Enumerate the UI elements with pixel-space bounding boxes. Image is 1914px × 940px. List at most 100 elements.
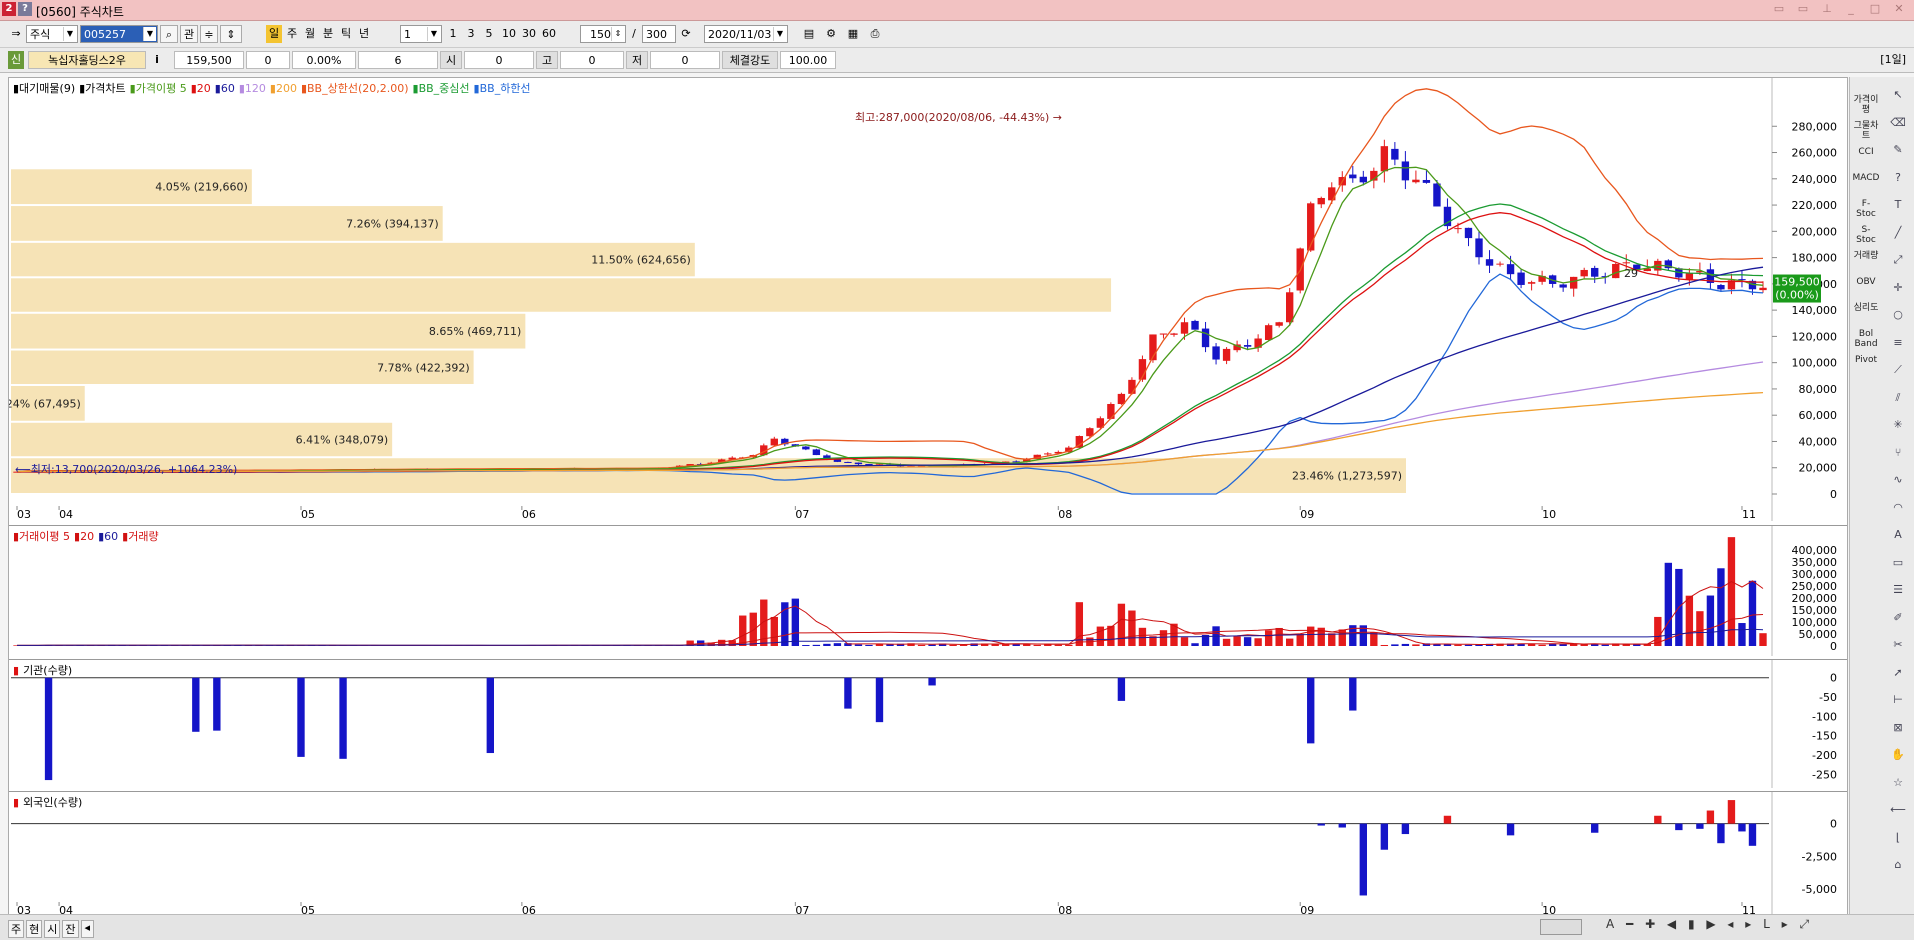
market-select[interactable]: 주식▼ [26, 25, 78, 43]
legend-item[interactable]: ▮거래이평 5 [13, 530, 70, 543]
ray-icon[interactable]: ⤢ [1888, 252, 1908, 268]
chart-settings-icon[interactable]: ▤ [800, 25, 818, 43]
minute-5-button[interactable]: 5 [482, 25, 496, 43]
indicator-item[interactable]: 그물차트 [1852, 121, 1880, 141]
legend-item[interactable]: ▮200 [270, 82, 297, 95]
home-icon[interactable]: ⌂ [1888, 857, 1908, 873]
indicator-item[interactable]: 심리도 [1852, 303, 1880, 313]
screen-icon[interactable]: ▦ [844, 25, 862, 43]
legend-item[interactable]: ▮120 [239, 82, 266, 95]
foreign-panel[interactable]: 0-2,500-5,000030405060708091011 ▮외국인(수량) [9, 791, 1847, 916]
count-stepper[interactable]: 150⇕ [580, 25, 626, 43]
minute-3-button[interactable]: 3 [464, 25, 478, 43]
minimize-icon[interactable]: _ [1842, 2, 1860, 16]
period-day-button[interactable]: 일 [266, 25, 282, 43]
period-week-button[interactable]: 주 [284, 25, 300, 43]
star-icon[interactable]: ☆ [1888, 775, 1908, 791]
legend-item[interactable]: ▮20 [74, 530, 94, 543]
period-minute-button[interactable]: 분 [320, 25, 336, 43]
minute-30-button[interactable]: 30 [520, 25, 538, 43]
legend-item[interactable]: ▮20 [191, 82, 211, 95]
refresh-icon[interactable]: ⟳ [678, 25, 694, 43]
text-icon[interactable]: T [1888, 197, 1908, 213]
indicator-item[interactable]: CCI [1852, 147, 1880, 157]
legend-item[interactable]: ▮BB_상한선(20,2.00) [301, 82, 409, 95]
link-icon[interactable]: ⇒ [8, 25, 24, 43]
gann-icon[interactable]: ✳ [1888, 417, 1908, 433]
arc-icon[interactable]: ◠ [1888, 500, 1908, 516]
chart-area[interactable]: 280,000260,000240,000220,000200,000180,0… [8, 77, 1848, 916]
total-count-input[interactable]: 300 [642, 25, 676, 43]
indicator-item[interactable]: MACD [1852, 173, 1880, 183]
trend-icon[interactable]: ⟋ [1888, 362, 1908, 378]
tab-jan[interactable]: 잔 [62, 920, 78, 938]
minute-1-button[interactable]: 1 [446, 25, 460, 43]
wave-icon[interactable]: ∿ [1888, 472, 1908, 488]
search-icon[interactable]: ⌕ [160, 25, 178, 43]
print-icon[interactable]: ⎙ [866, 25, 884, 43]
legend-item[interactable]: ▮거래량 [122, 530, 158, 543]
period-tick-button[interactable]: 틱 [338, 25, 354, 43]
window-option2-icon[interactable]: ▭ [1794, 2, 1812, 16]
lock-icon[interactable]: ⊠ [1888, 720, 1908, 736]
maximize-icon[interactable]: □ [1866, 2, 1884, 16]
arrow-icon[interactable]: ➚ [1888, 665, 1908, 681]
indicator-item[interactable]: 가격이평 [1852, 95, 1880, 115]
magic-icon[interactable]: ✎ [1888, 142, 1908, 158]
channel-icon[interactable]: ⫽ [1888, 390, 1908, 406]
foreign-chart[interactable]: 0-2,500-5,000030405060708091011 [9, 792, 1847, 916]
cross-icon[interactable]: ✛ [1888, 280, 1908, 296]
back-icon[interactable]: ⟵ [1888, 802, 1908, 818]
period-year-button[interactable]: 년 [356, 25, 372, 43]
tab-si[interactable]: 시 [44, 920, 60, 938]
legend-item[interactable]: ▮60 [215, 82, 235, 95]
period-month-button[interactable]: 월 [302, 25, 318, 43]
institution-chart[interactable]: 0-50-100-150-200-250 [9, 660, 1847, 788]
box-icon[interactable]: ▭ [1888, 555, 1908, 571]
eraser-icon[interactable]: ⌫ [1888, 115, 1908, 131]
gwan-button[interactable]: 관 [180, 25, 198, 43]
close-icon[interactable]: ✕ [1890, 2, 1908, 16]
minute-10-button[interactable]: 10 [500, 25, 518, 43]
price-panel[interactable]: 280,000260,000240,000220,000200,000180,0… [9, 78, 1847, 521]
fork-icon[interactable]: ⑂ [1888, 445, 1908, 461]
sort-icon[interactable]: ≑ [200, 25, 218, 43]
info-button[interactable]: i [150, 51, 164, 69]
indicator-item[interactable]: S-Stoc [1852, 225, 1880, 245]
price-chart[interactable]: 280,000260,000240,000220,000200,000180,0… [9, 78, 1847, 521]
legend-item[interactable]: ▮BB_중심선 [413, 82, 470, 95]
help-icon[interactable]: ? [18, 2, 32, 16]
indicator-item[interactable]: F-Stoc [1852, 199, 1880, 219]
legend-item[interactable]: ▮가격이평 5 [130, 82, 187, 95]
date-select[interactable]: 2020/11/03▼ [704, 25, 788, 43]
pen-icon[interactable]: ✐ [1888, 610, 1908, 626]
updown-icon[interactable]: ⇕ [220, 25, 242, 43]
legend-item[interactable]: ▮BB_하한선 [474, 82, 531, 95]
ruler-icon[interactable]: ⊢ [1888, 692, 1908, 708]
legend-item[interactable]: ▮대기매물(9) [13, 82, 75, 95]
fibo-icon[interactable]: ≡ [1888, 335, 1908, 351]
circle-icon[interactable]: ○ [1888, 307, 1908, 323]
minute-60-button[interactable]: 60 [540, 25, 558, 43]
tab-ju[interactable]: 주 [8, 920, 24, 938]
pin-icon[interactable]: ⊥ [1818, 2, 1836, 16]
scissor-icon[interactable]: ✂ [1888, 637, 1908, 653]
auto-icon[interactable]: A [1888, 527, 1908, 543]
help-icon[interactable]: ? [1888, 170, 1908, 186]
tab-hyeon[interactable]: 현 [26, 920, 42, 938]
navigation-controls[interactable]: A ━ ✚ ◀ ▮ ▶ ◂ ▸ L ▸ ⤢ [1606, 917, 1813, 932]
line-icon[interactable]: ╱ [1888, 225, 1908, 241]
gear-icon[interactable]: ⚙ [822, 25, 840, 43]
chevron-left-icon[interactable]: ◂ [81, 920, 95, 938]
volume-chart[interactable]: 400,000350,000300,000250,000200,000150,0… [9, 526, 1847, 656]
window-option-icon[interactable]: ▭ [1770, 2, 1788, 16]
legend-item[interactable]: ▮가격차트 [79, 82, 126, 95]
legend-item[interactable]: ▮60 [98, 530, 118, 543]
cursor-icon[interactable]: ↖ [1888, 87, 1908, 103]
indicator-item[interactable]: Pivot [1852, 355, 1880, 365]
institution-panel[interactable]: 0-50-100-150-200-250 ▮기관(수량) [9, 659, 1847, 788]
hand-icon[interactable]: ✋ [1888, 747, 1908, 763]
indicator-item[interactable]: 거래량 [1852, 251, 1880, 261]
period-value-select[interactable]: 1▼ [400, 25, 442, 43]
memo-icon[interactable]: ☰ [1888, 582, 1908, 598]
